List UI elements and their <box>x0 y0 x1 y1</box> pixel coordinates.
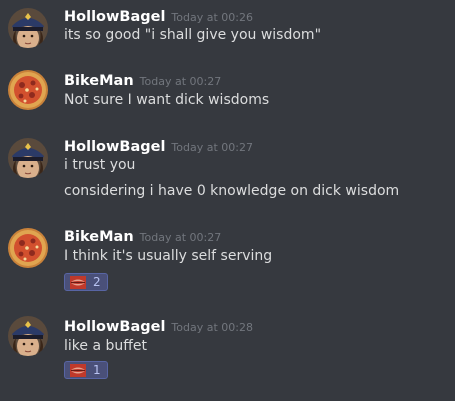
username[interactable]: HollowBagel <box>64 9 165 25</box>
timestamp: Today at 00:26 <box>171 11 253 24</box>
captain-avatar-icon <box>8 316 48 356</box>
reaction-count: 1 <box>93 363 101 377</box>
lips-emoji-icon <box>70 364 86 377</box>
avatar[interactable] <box>8 138 48 178</box>
avatar[interactable] <box>8 316 48 356</box>
lips-emoji-icon <box>70 276 86 289</box>
captain-avatar-icon <box>8 8 48 48</box>
avatar[interactable] <box>8 228 48 268</box>
captain-avatar-icon <box>8 138 48 178</box>
avatar[interactable] <box>8 8 48 48</box>
chat-log: HollowBagel Today at 00:26 its so good "i… <box>0 0 455 401</box>
username[interactable]: HollowBagel <box>64 139 165 155</box>
reaction-button[interactable]: 2 <box>64 273 108 291</box>
reaction-button[interactable]: 1 <box>64 361 108 379</box>
message-text: Not sure I want dick wisdoms <box>64 92 270 108</box>
pizza-avatar-icon <box>8 228 48 268</box>
avatar[interactable] <box>8 70 48 110</box>
timestamp: Today at 00:27 <box>171 141 253 154</box>
reaction-count: 2 <box>93 275 101 289</box>
message-text: i trust you <box>64 157 136 173</box>
timestamp: Today at 00:27 <box>139 75 222 88</box>
message-text: considering i have 0 knowledge on dick w… <box>64 183 400 199</box>
username[interactable]: HollowBagel <box>64 319 165 335</box>
username[interactable]: BikeMan <box>64 73 134 89</box>
timestamp: Today at 00:28 <box>171 321 253 334</box>
message-text: its so good "i shall give you wisdom" <box>64 27 322 43</box>
username[interactable]: BikeMan <box>64 229 134 245</box>
timestamp: Today at 00:27 <box>139 231 222 244</box>
message-text: like a buffet <box>64 338 147 354</box>
message-text: I think it's usually self serving <box>64 248 273 264</box>
pizza-avatar-icon <box>8 70 48 110</box>
